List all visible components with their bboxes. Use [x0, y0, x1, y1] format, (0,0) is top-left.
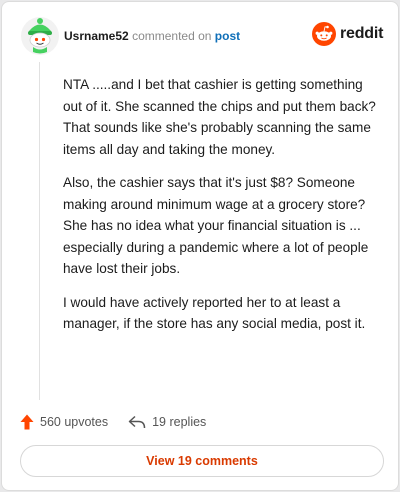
reddit-logo-icon	[312, 22, 336, 46]
commented-on-text: commented on	[132, 29, 212, 43]
comment-paragraph: I would have actively reported her to at…	[63, 294, 366, 332]
view-comments-button[interactable]: View 19 comments	[20, 445, 384, 477]
reply-button[interactable]: 19 replies	[128, 415, 206, 429]
upvote-count: 560 upvotes	[40, 415, 109, 429]
reply-count: 19 replies	[152, 415, 207, 429]
avatar[interactable]	[20, 16, 60, 56]
comment-card: Usrname52 commented on post reddit NTA .…	[1, 1, 399, 491]
comment-header: Usrname52 commented on post	[64, 29, 240, 43]
comment-actions: 560 upvotes 19 replies	[20, 412, 380, 432]
post-link[interactable]: post	[215, 29, 240, 43]
comment-paragraph: NTA .....and I bet that cashier is getti…	[63, 77, 376, 157]
upvote-arrow-icon	[20, 414, 34, 430]
username[interactable]: Usrname52	[64, 29, 129, 43]
reddit-logo[interactable]: reddit	[312, 22, 383, 46]
thread-line[interactable]	[39, 62, 40, 400]
comment-body: NTA .....and I bet that cashier is getti…	[63, 74, 381, 347]
reddit-wordmark: reddit	[340, 25, 384, 42]
comment-paragraph: Also, the cashier says that it's just $8…	[63, 175, 369, 276]
reply-arrow-icon	[128, 415, 146, 429]
upvote-button[interactable]: 560 upvotes	[20, 414, 108, 430]
